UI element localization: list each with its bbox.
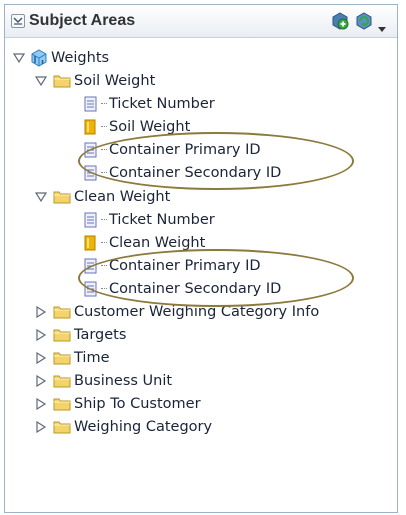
folder-label: Ship To Customer <box>74 396 201 412</box>
folder-label: Time <box>74 350 110 366</box>
refresh-icon[interactable] <box>355 12 373 30</box>
folder-icon <box>53 306 71 319</box>
tree-connector <box>101 103 107 104</box>
attribute-column-icon <box>84 96 97 112</box>
item-label: Container Primary ID <box>109 142 261 158</box>
collapsed-triangle-icon[interactable] <box>35 375 47 387</box>
folder-label: Soil Weight <box>74 73 156 89</box>
tree-connector <box>101 172 107 173</box>
attribute-column-icon <box>84 281 97 297</box>
attribute-column-icon <box>84 258 97 274</box>
dropdown-arrow-icon[interactable] <box>378 18 386 37</box>
expanded-triangle-icon[interactable] <box>35 75 47 87</box>
cube-icon <box>31 49 47 67</box>
item-label: Ticket Number <box>109 96 215 112</box>
collapsed-triangle-icon[interactable] <box>35 306 47 318</box>
attribute-column-icon <box>84 142 97 158</box>
collapsed-triangle-icon[interactable] <box>35 329 47 341</box>
folder-icon <box>53 329 71 342</box>
item-label: Clean Weight <box>109 235 206 251</box>
panel-title: Subject Areas <box>29 12 136 29</box>
collapsed-triangle-icon[interactable] <box>35 421 47 433</box>
collapsed-triangle-icon[interactable] <box>35 398 47 410</box>
item-label: Ticket Number <box>109 212 215 228</box>
attribute-column-icon <box>84 212 97 228</box>
folder-label: Clean Weight <box>74 189 171 205</box>
folder-label: Customer Weighing Category Info <box>74 304 320 320</box>
tree-connector <box>101 149 107 150</box>
collapse-toggle-icon[interactable] <box>11 14 25 28</box>
attribute-column-icon <box>84 165 97 181</box>
item-label: Container Secondary ID <box>109 281 282 297</box>
folder-icon <box>53 352 71 365</box>
item-label: Container Primary ID <box>109 258 261 274</box>
expanded-triangle-icon[interactable] <box>13 52 25 64</box>
add-subject-area-icon[interactable] <box>331 12 349 30</box>
folder-label: Business Unit <box>74 373 173 389</box>
folder-label: Weighing Category <box>74 419 213 435</box>
folder-icon <box>53 75 71 88</box>
measure-column-icon <box>84 119 96 135</box>
item-label: Soil Weight <box>109 119 191 135</box>
expanded-triangle-icon[interactable] <box>35 191 47 203</box>
collapsed-triangle-icon[interactable] <box>35 352 47 364</box>
tree-connector <box>101 219 107 220</box>
folder-label: Targets <box>74 327 127 343</box>
tree-connector <box>101 126 107 127</box>
subject-areas-panel: Subject Areas Weights Soil Weight Ticket… <box>4 4 398 513</box>
item-label: Container Secondary ID <box>109 165 282 181</box>
tree-connector <box>101 242 107 243</box>
folder-icon <box>53 191 71 204</box>
folder-icon <box>53 375 71 388</box>
folder-icon <box>53 398 71 411</box>
measure-column-icon <box>84 235 96 251</box>
tree-connector <box>101 288 107 289</box>
folder-icon <box>53 421 71 434</box>
panel-header: Subject Areas <box>5 5 397 38</box>
tree-root-label: Weights <box>51 50 110 66</box>
tree-connector <box>101 265 107 266</box>
